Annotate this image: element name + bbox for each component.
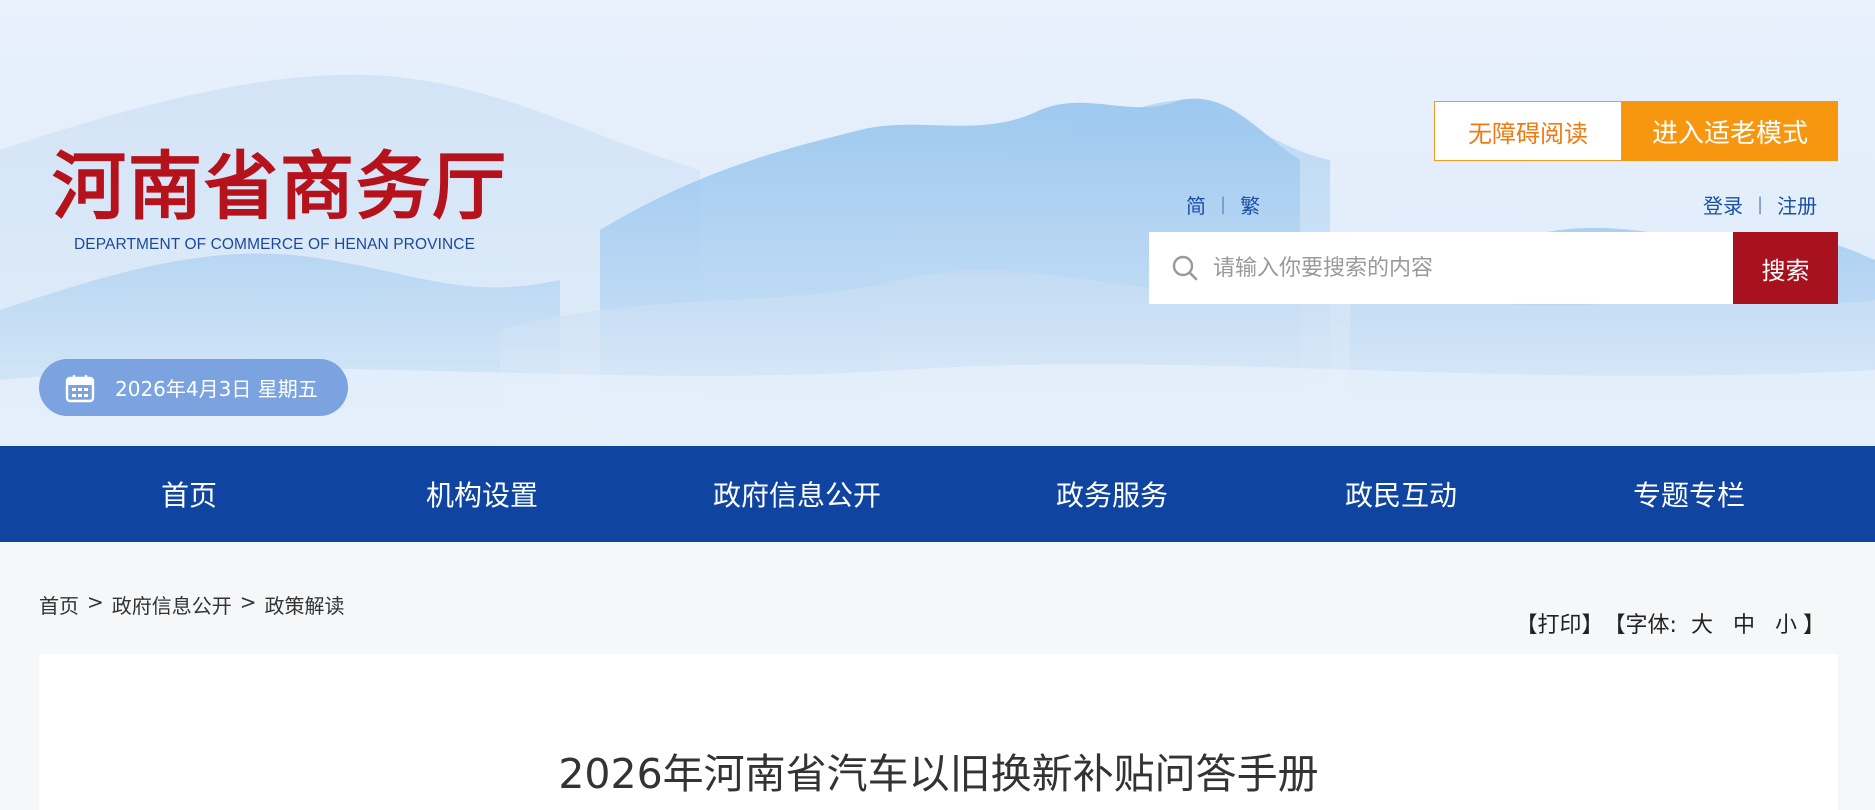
nav-item-gov-services[interactable]: 政务服务 <box>1056 446 1168 542</box>
article-tools: 【打印】 【字体: 大 中 小 】 <box>1516 607 1826 639</box>
search-button[interactable]: 搜索 <box>1733 232 1838 304</box>
search-input[interactable] <box>1213 255 1693 281</box>
calendar-icon <box>65 374 95 402</box>
print-link[interactable]: 【打印】 <box>1516 607 1604 639</box>
site-logo[interactable]: 河南省商务厅 DEPARTMENT OF COMMERCE OF HENAN P… <box>52 150 522 254</box>
nav-item-organization[interactable]: 机构设置 <box>426 446 538 542</box>
lang-separator: | <box>1220 194 1227 215</box>
breadcrumb-gov-info[interactable]: 政府信息公开 <box>112 590 232 619</box>
breadcrumb-home[interactable]: 首页 <box>39 590 79 619</box>
date-text: 2026年4月3日 星期五 <box>115 377 318 401</box>
article-card: 2026年河南省汽车以旧换新补贴问答手册 <box>39 654 1838 810</box>
elder-mode-button[interactable]: 进入适老模式 <box>1622 101 1838 161</box>
font-size-medium[interactable]: 中 <box>1733 607 1755 639</box>
article-title: 2026年河南省汽车以旧换新补贴问答手册 <box>558 750 1319 798</box>
date-display: 2026年4月3日 星期五 <box>39 359 348 416</box>
search-box <box>1149 232 1733 304</box>
logo-title-cn: 河南省商务厅 <box>52 144 508 230</box>
breadcrumb: 首页 > 政府信息公开 > 政策解读 <box>39 590 345 619</box>
breadcrumb-policy-interpretation[interactable]: 政策解读 <box>265 590 345 619</box>
font-size-close: 】 <box>1802 613 1825 638</box>
register-link[interactable]: 注册 <box>1777 190 1817 219</box>
language-switch: 简 | 繁 <box>1186 190 1260 219</box>
search-icon <box>1172 255 1198 281</box>
lang-simplified-link[interactable]: 简 <box>1186 190 1206 219</box>
breadcrumb-separator: > <box>87 590 104 614</box>
nav-item-home[interactable]: 首页 <box>161 446 217 542</box>
auth-links: 登录 | 注册 <box>1703 190 1817 219</box>
font-size-label: 【字体: <box>1603 613 1677 638</box>
nav-item-gov-info[interactable]: 政府信息公开 <box>713 446 881 542</box>
nav-item-topics[interactable]: 专题专栏 <box>1633 446 1745 542</box>
breadcrumb-separator: > <box>239 590 257 614</box>
header-banner: 河南省商务厅 DEPARTMENT OF COMMERCE OF HENAN P… <box>0 0 1875 446</box>
login-link[interactable]: 登录 <box>1703 190 1743 219</box>
lang-traditional-link[interactable]: 繁 <box>1240 190 1260 219</box>
auth-separator: | <box>1757 194 1764 215</box>
logo-title-en: DEPARTMENT OF COMMERCE OF HENAN PROVINCE <box>74 236 476 253</box>
font-size-large[interactable]: 大 <box>1691 607 1713 639</box>
accessibility-reading-button[interactable]: 无障碍阅读 <box>1434 101 1622 161</box>
font-size-small[interactable]: 小 <box>1775 607 1797 639</box>
main-nav: 首页 机构设置 政府信息公开 政务服务 政民互动 专题专栏 <box>0 446 1875 542</box>
search-bar: 搜索 <box>1149 232 1838 304</box>
nav-item-interaction[interactable]: 政民互动 <box>1345 446 1457 542</box>
